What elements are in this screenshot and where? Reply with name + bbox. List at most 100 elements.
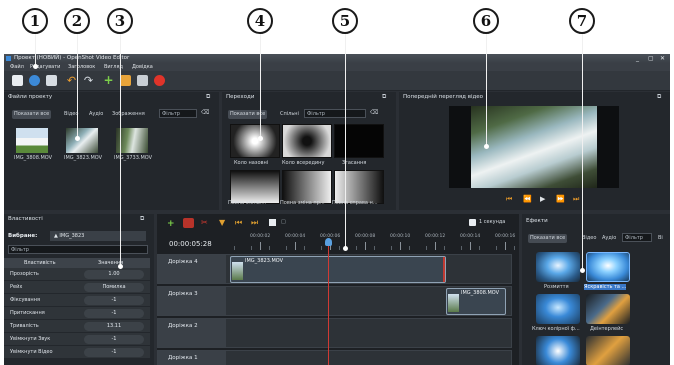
clear-filter-icon[interactable]: ⌫ [201,109,209,116]
menu-help[interactable]: Довідка [132,64,153,70]
effects-title: Ефекти [526,218,548,224]
jump-start-icon[interactable]: ⏮ [506,195,512,204]
track[interactable]: Доріжка 3 IMG_3808.MOV [157,286,512,316]
play-icon[interactable]: ▶ [540,195,545,203]
profile-icon[interactable] [120,75,131,86]
panel-float-icon[interactable]: ⧉ [382,93,386,101]
transition-thumbnail[interactable] [282,124,332,158]
tab-audio[interactable]: Аудіо [87,110,105,119]
add-marker-icon[interactable]: ▼ [219,218,225,227]
property-row[interactable]: Увімкнути Звук -1 [4,333,150,346]
open-project-icon[interactable] [29,75,40,86]
center-playhead-icon[interactable] [269,219,276,226]
selection-dropdown[interactable]: ▲ IMG_3823 [50,231,146,241]
properties-filter-input[interactable]: Фільтр [8,245,148,254]
playhead-line[interactable] [328,242,330,365]
property-value[interactable]: -1 [84,309,144,318]
fullscreen-icon[interactable] [137,75,148,86]
panel-float-icon[interactable]: ⧉ [140,215,144,223]
file-thumbnail[interactable] [66,128,98,153]
toolbar: ↶ ↷ + [4,71,670,91]
panel-float-icon[interactable]: ⧉ [206,93,210,101]
effect-thumbnail[interactable] [586,252,630,282]
transition-thumbnail[interactable] [282,170,332,204]
property-row[interactable]: Увімкнути Відео -1 [4,346,150,359]
timeline-clip[interactable]: IMG_3823.MOV [230,256,446,283]
minimize-button[interactable]: _ [636,55,639,62]
transitions-filter-input[interactable]: Фільтр [304,109,366,118]
save-project-icon[interactable] [46,75,57,86]
property-value[interactable]: Помилка [84,283,144,292]
properties-panel: Властивості ⧉ Вибране: ▲ IMG_3823 Фільтр… [4,214,154,365]
track[interactable]: Доріжка 4 IMG_3823.MOV [157,254,512,284]
effect-thumbnail[interactable] [536,336,580,365]
clip-end-handle[interactable] [443,257,445,282]
properties-header: Властивість Значення [4,258,150,268]
tab-show-all[interactable]: Показати все [228,110,268,119]
track[interactable]: Доріжка 1 [157,350,512,365]
ruler-minor-tick [338,246,340,250]
effects-filter-input[interactable]: Фільтр [622,233,652,242]
maximize-button[interactable]: ▢ [648,55,654,62]
timeline-ruler[interactable]: 00:00:02 00:00:04 00:00:06 00:00:08 00:00:10… [225,232,515,250]
property-value[interactable]: -1 [84,296,144,305]
property-value[interactable]: -1 [84,335,144,344]
rewind-icon[interactable]: ⏪ [523,195,532,203]
tab-show-all[interactable]: Показати все [12,110,52,119]
tab-show-all[interactable]: Показати все [528,234,568,243]
jump-end-icon[interactable]: ⏭ [573,195,579,204]
redo-icon[interactable]: ↷ [83,75,94,86]
playhead-handle[interactable] [325,238,333,246]
zoom-checkbox[interactable] [469,219,476,226]
tab-audio[interactable]: Аудіо [600,234,618,243]
ruler-minor-tick [496,246,498,250]
property-value[interactable]: -1 [84,348,144,357]
close-button[interactable]: ✕ [660,55,665,62]
callout-5-leader [345,34,346,248]
transition-thumbnail[interactable] [230,124,280,158]
clear-filter-icon[interactable]: ⌫ [370,109,378,116]
fast-forward-icon[interactable]: ⏩ [556,195,565,203]
property-row[interactable]: Фіксування -1 [4,294,150,307]
timeline-clip[interactable]: IMG_3808.MOV [446,288,506,315]
callout-6: 6 [473,8,499,34]
transition-thumbnail[interactable] [230,170,280,204]
track[interactable]: Доріжка 2 [157,318,512,348]
effect-thumbnail[interactable] [586,336,630,365]
new-project-icon[interactable] [12,75,23,86]
callout-6-dot [484,144,489,149]
property-name: Фіксування [10,297,40,303]
files-filter-input[interactable]: Фільтр [159,109,197,118]
undo-icon[interactable]: ↶ [66,75,77,86]
file-thumbnail[interactable] [16,128,48,153]
previous-marker-icon[interactable]: ⏮ [235,218,242,228]
file-name: IMG_3808.MOV [14,155,53,161]
razor-icon[interactable]: ✂ [201,218,208,227]
zoom-slider-icon[interactable]: □ [281,219,286,225]
callout-2-dot [75,136,80,141]
panel-float-icon[interactable]: ⧉ [657,93,661,101]
snap-toggle-icon[interactable] [183,218,194,228]
property-value[interactable]: 1.00 [84,270,144,279]
menu-file[interactable]: Файл [10,64,24,70]
property-value[interactable]: 13.11 [84,322,144,331]
transition-thumbnail[interactable] [334,124,384,158]
effect-thumbnail[interactable] [536,252,580,282]
callout-4: 4 [247,8,273,34]
menu-title[interactable]: Заголовок [68,64,95,70]
property-row[interactable]: Прозорість 1.00 [4,268,150,281]
transition-thumbnail[interactable] [334,170,384,204]
tab-images[interactable]: Зображення [110,110,147,119]
property-row[interactable]: Притискання -1 [4,307,150,320]
tab-common[interactable]: Спільні [278,110,301,119]
add-track-icon[interactable]: + [167,219,175,229]
effect-thumbnail[interactable] [536,294,580,324]
next-marker-icon[interactable]: ⏭ [251,218,258,228]
import-files-icon[interactable]: + [103,74,114,86]
export-video-icon[interactable] [154,75,165,86]
property-row[interactable]: Тривалість 13.11 [4,320,150,333]
tab-more[interactable]: Ві [656,234,665,243]
property-row[interactable]: Рейх Помилка [4,281,150,294]
effect-name: Деінтерлейс [590,326,624,332]
effect-thumbnail[interactable] [586,294,630,324]
